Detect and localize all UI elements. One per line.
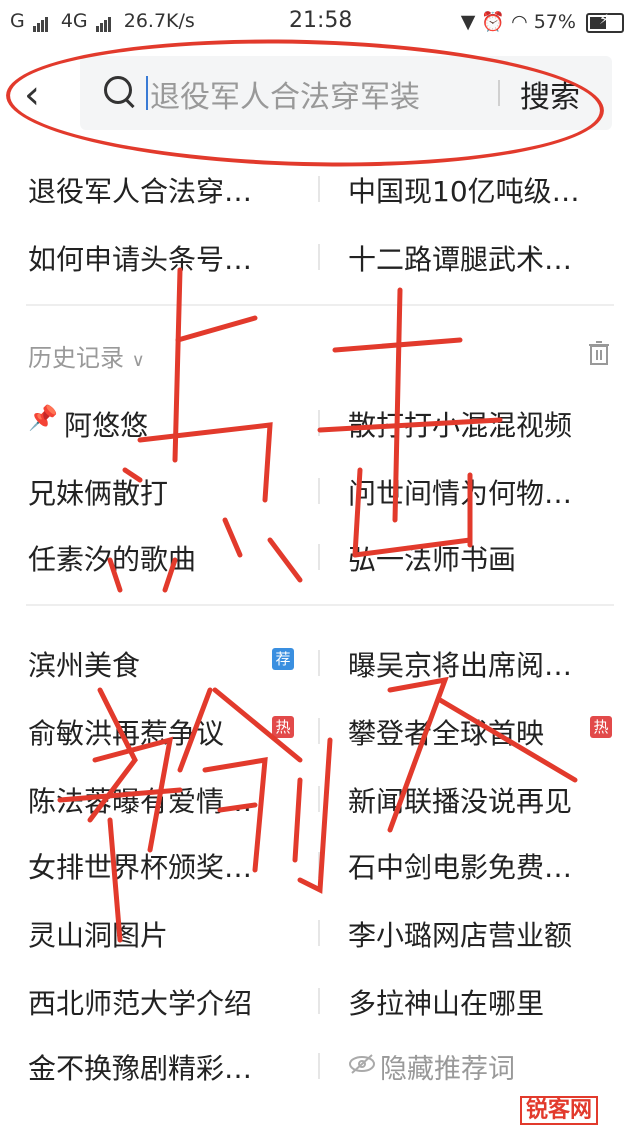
search-box[interactable]: 退役军人合法穿军装 搜索 xyxy=(80,56,612,130)
suggestion-item[interactable]: 十二路谭腿武术… xyxy=(348,238,572,278)
divider xyxy=(26,304,614,306)
search-separator xyxy=(498,80,500,106)
search-button[interactable]: 搜索 xyxy=(520,72,580,116)
trending-item[interactable]: 女排世界杯颁奖… xyxy=(28,846,252,886)
trending-item[interactable]: 新闻联播没说再见 xyxy=(348,780,572,820)
column-separator xyxy=(318,176,320,202)
watermark-logo: 锐客网 xyxy=(520,1092,599,1125)
column-separator xyxy=(318,650,320,676)
column-separator xyxy=(318,988,320,1014)
trending-item[interactable]: 灵山洞图片 xyxy=(28,914,168,954)
status-right: ▼ ⏰ ◠ 57% ⚡ xyxy=(461,10,624,33)
column-separator xyxy=(318,852,320,878)
pin-icon: 📌 xyxy=(28,404,58,432)
column-separator xyxy=(318,920,320,946)
history-item[interactable]: 问世间情为何物… xyxy=(348,472,572,512)
column-separator xyxy=(318,478,320,504)
alarm-icon: ⏰ xyxy=(481,11,506,33)
column-separator xyxy=(318,410,320,436)
history-item[interactable]: 弘一法师书画 xyxy=(348,538,516,578)
hide-recommendations-button[interactable]: 隐藏推荐词 xyxy=(380,1047,515,1086)
history-item[interactable]: 阿悠悠 xyxy=(64,404,148,444)
wifi-icon: ◠ xyxy=(511,11,528,33)
column-separator xyxy=(318,1053,320,1079)
text-cursor xyxy=(146,76,148,110)
search-input[interactable]: 退役军人合法穿军装 xyxy=(150,72,420,116)
location-icon: ▼ xyxy=(460,11,476,33)
trending-badge: 热 xyxy=(272,716,294,738)
network-speed: 26.7K/s xyxy=(123,10,195,32)
signal-icon xyxy=(32,10,49,32)
trending-item[interactable]: 曝吴京将出席阅… xyxy=(348,644,572,684)
network-label: 4G xyxy=(60,10,88,32)
watermark-text: 锐客网 xyxy=(520,1096,599,1125)
column-separator xyxy=(318,544,320,570)
trending-item[interactable]: 俞敏洪再惹争议 xyxy=(28,712,224,752)
chevron-down-icon: ∨ xyxy=(131,350,145,371)
trash-icon[interactable] xyxy=(588,340,610,366)
trending-item[interactable]: 西北师范大学介绍 xyxy=(28,982,252,1022)
clock: 21:58 xyxy=(289,8,353,33)
trending-badge: 荐 xyxy=(272,648,294,670)
trending-item[interactable]: 李小璐网店营业额 xyxy=(348,914,572,954)
suggestion-item[interactable]: 退役军人合法穿… xyxy=(28,170,252,210)
trending-item[interactable]: 石中剑电影免费… xyxy=(348,846,572,886)
history-title-label: 历史记录 xyxy=(28,344,124,372)
battery-icon: ⚡ xyxy=(586,12,624,33)
trending-item[interactable]: 金不换豫剧精彩… xyxy=(28,1047,252,1087)
history-title[interactable]: 历史记录 ∨ xyxy=(28,338,145,373)
column-separator xyxy=(318,786,320,812)
search-icon xyxy=(104,76,132,104)
column-separator xyxy=(318,244,320,270)
back-icon[interactable]: ‹ xyxy=(24,72,40,118)
status-bar: G 4G 26.7K/s 21:58 ▼ ⏰ ◠ 57% ⚡ xyxy=(0,0,640,44)
suggestion-item[interactable]: 中国现10亿吨级… xyxy=(348,170,580,210)
divider xyxy=(26,604,614,606)
signal-icon-2 xyxy=(95,10,112,32)
carrier-label: G xyxy=(10,10,25,32)
history-item[interactable]: 兄妹俩散打 xyxy=(28,472,168,512)
history-item[interactable]: 任素汐的歌曲 xyxy=(28,538,196,578)
column-separator xyxy=(318,718,320,744)
trending-item[interactable]: 陈法蓉曝有爱情… xyxy=(28,780,252,820)
trending-item[interactable]: 滨州美食 xyxy=(28,644,140,684)
trending-item[interactable]: 攀登者全球首映 xyxy=(348,712,544,752)
status-left: G 4G 26.7K/s xyxy=(10,10,195,32)
trending-item[interactable]: 多拉神山在哪里 xyxy=(348,982,544,1022)
battery-percent: 57% xyxy=(533,11,576,33)
suggestion-item[interactable]: 如何申请头条号… xyxy=(28,238,252,278)
eye-hide-icon[interactable] xyxy=(348,1053,376,1075)
trending-badge: 热 xyxy=(590,716,612,738)
history-item[interactable]: 散打打小混混视频 xyxy=(348,404,572,444)
